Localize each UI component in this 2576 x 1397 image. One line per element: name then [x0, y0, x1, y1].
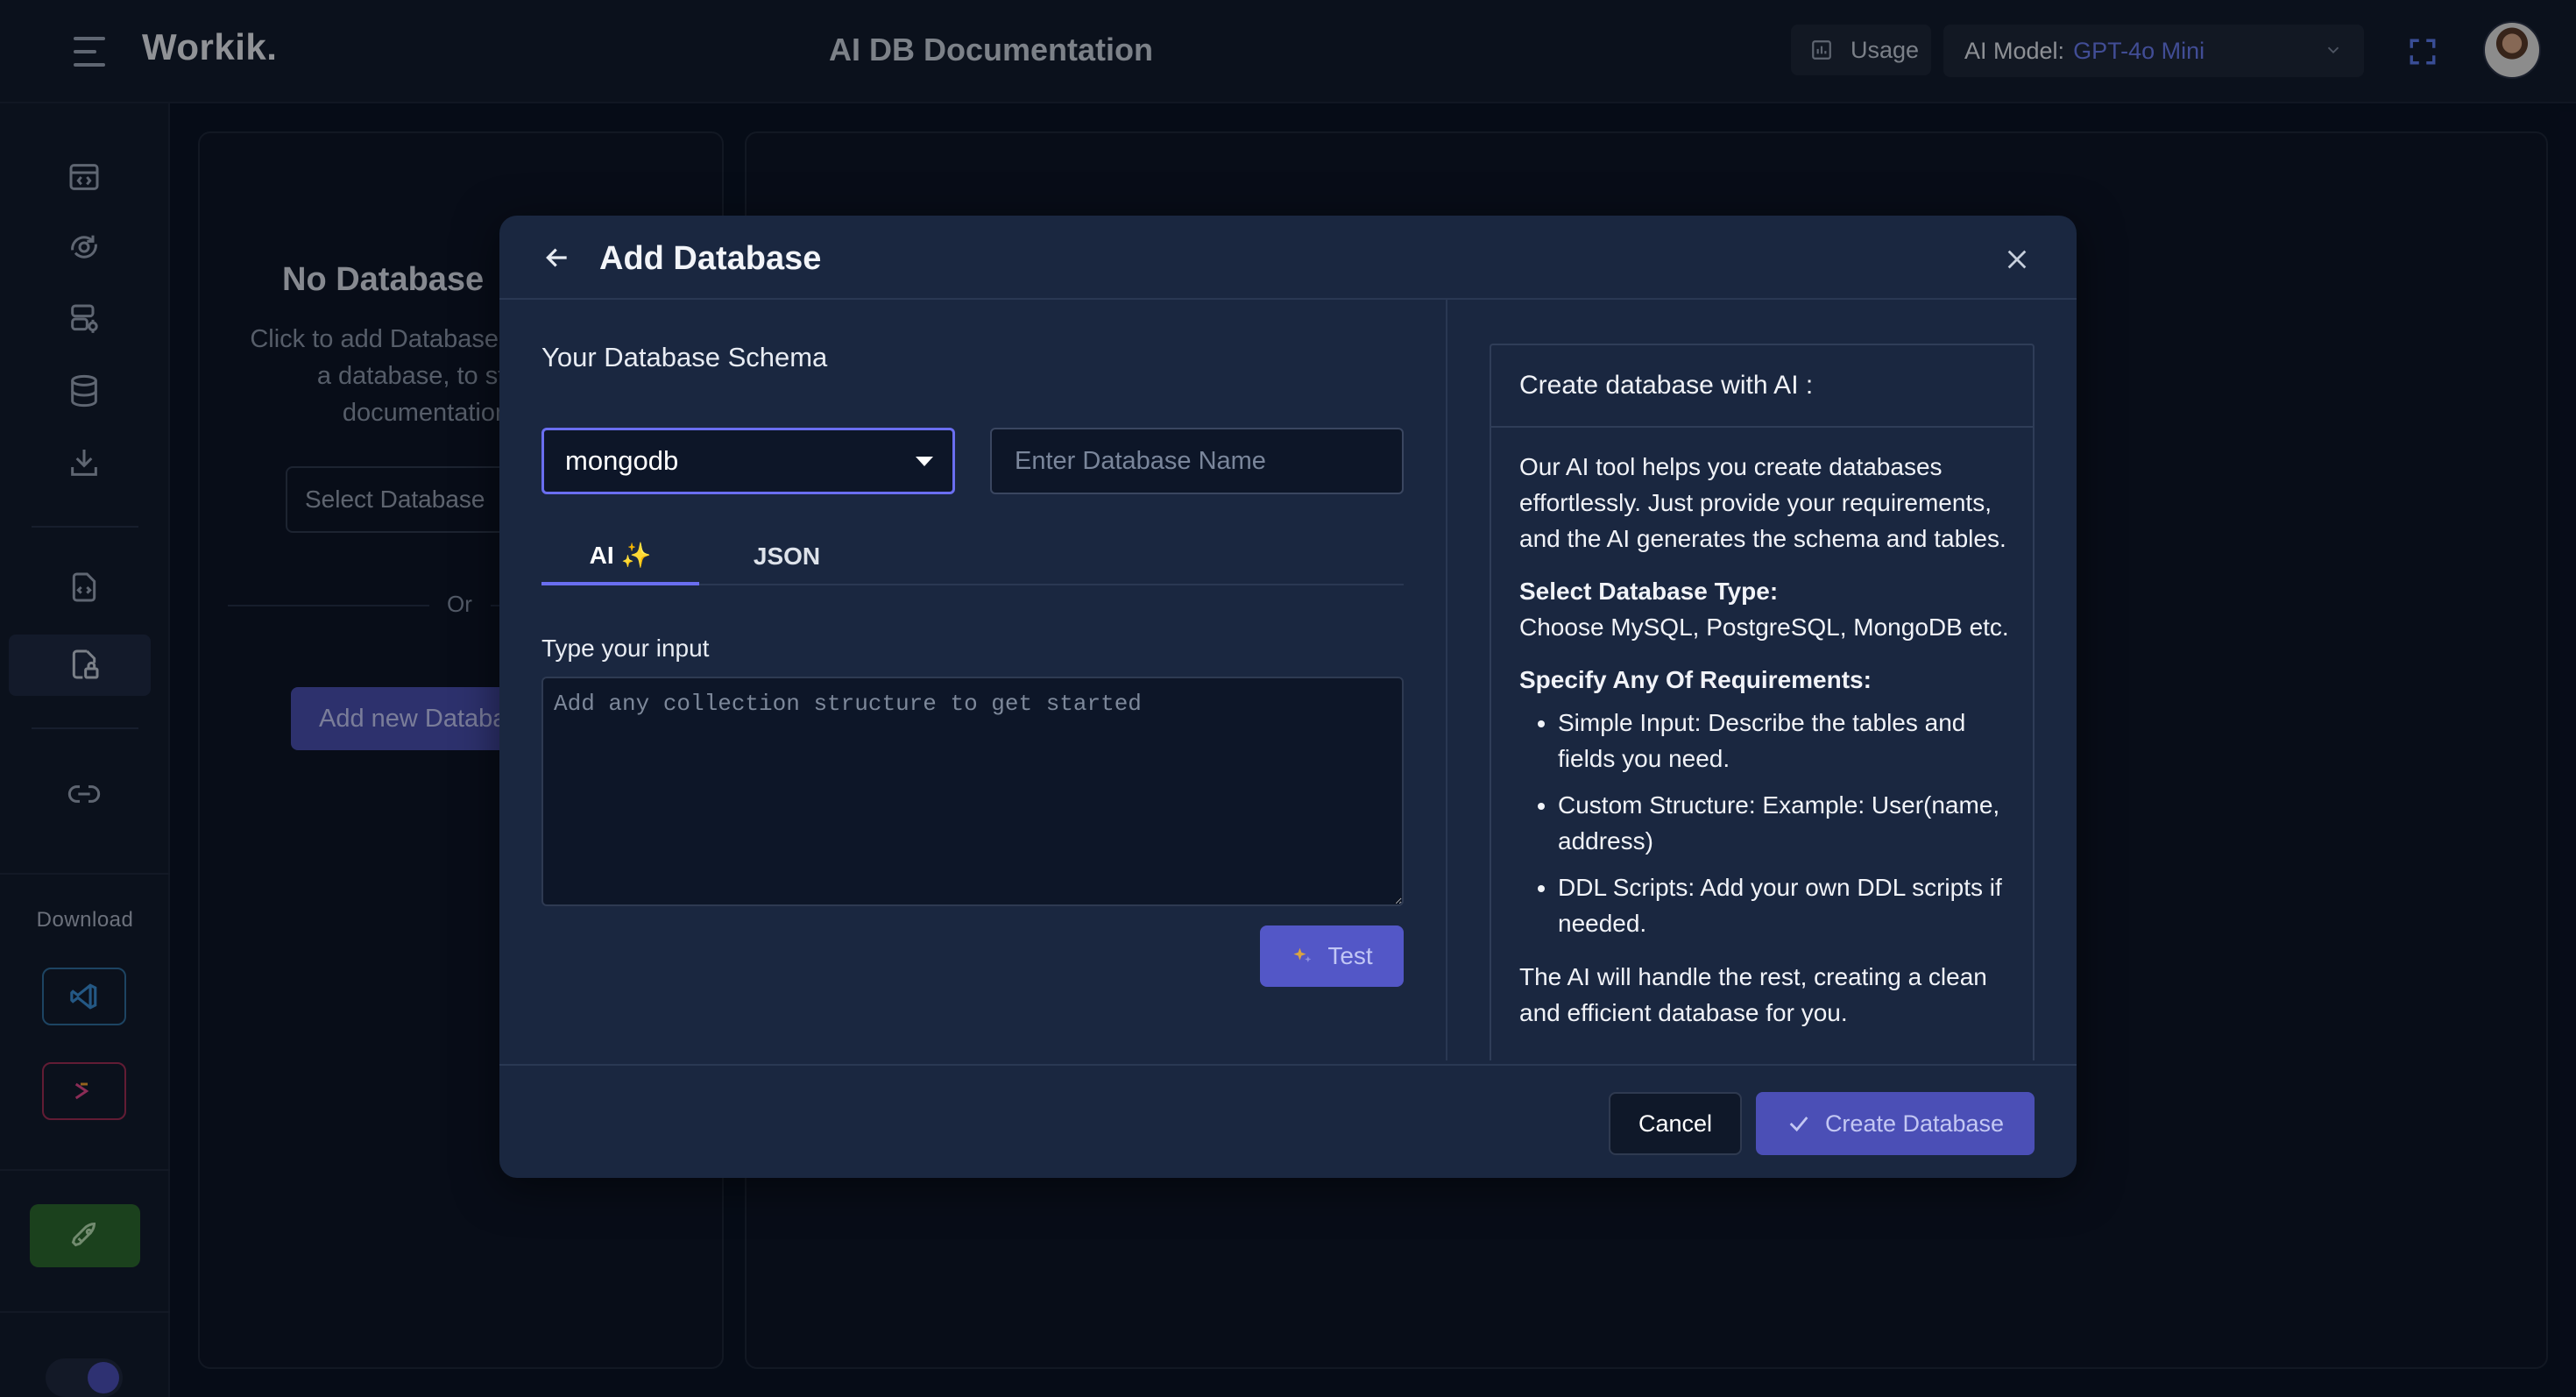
info-bullet: DDL Scripts: Add your own DDL scripts if… [1558, 869, 2010, 941]
caret-down-icon [916, 457, 933, 466]
input-label: Type your input [541, 635, 710, 662]
cancel-button[interactable]: Cancel [1609, 1092, 1742, 1155]
modal-header: Add Database [499, 216, 2077, 300]
info-intro: Our AI tool helps you create databases e… [1519, 453, 2006, 552]
check-icon [1789, 1117, 1808, 1132]
info-type-section: Select Database Type: Choose MySQL, Post… [1519, 573, 2010, 645]
sparkle-icon [1293, 947, 1312, 962]
schema-input-textarea[interactable] [541, 677, 1404, 906]
add-database-modal: Add Database Your Database Schema mongod… [499, 216, 2077, 1178]
tab-json[interactable]: JSON [699, 528, 874, 585]
test-label: Test [1327, 942, 1373, 969]
info-bullet: Simple Input: Describe the tables and fi… [1558, 705, 2010, 777]
back-arrow-icon[interactable] [541, 244, 573, 272]
close-icon[interactable] [2005, 247, 2029, 272]
schema-label: Your Database Schema [541, 342, 828, 372]
database-type-select[interactable]: mongodb [541, 428, 955, 494]
modal-footer: Cancel Create Database [499, 1064, 2077, 1178]
info-outro: The AI will handle the rest, creating a … [1519, 963, 1987, 1026]
info-bullets: Simple Input: Describe the tables and fi… [1558, 705, 2010, 941]
database-name-input[interactable] [990, 428, 1404, 494]
info-type-heading: Select Database Type: [1519, 578, 1779, 605]
database-type-value: mongodb [565, 445, 679, 476]
ai-info-box: Create database with AI : Our AI tool he… [1490, 344, 2035, 1060]
modal-title: Add Database [599, 240, 822, 277]
info-req-heading: Specify Any Of Requirements: [1519, 666, 1872, 693]
create-database-label: Create Database [1824, 1110, 2005, 1137]
column-divider [1446, 300, 1447, 1060]
input-mode-tabs: AI ✨ JSON [541, 528, 1404, 585]
info-req-heading-wrap: Specify Any Of Requirements: [1519, 662, 2010, 698]
create-database-button[interactable]: Create Database [1756, 1092, 2035, 1155]
info-title: Create database with AI : [1491, 345, 2033, 428]
test-button[interactable]: Test [1260, 925, 1404, 987]
info-type-text: Choose MySQL, PostgreSQL, MongoDB etc. [1519, 613, 2009, 641]
info-bullet: Custom Structure: Example: User(name, ad… [1558, 787, 2010, 859]
tab-ai[interactable]: AI ✨ [541, 528, 699, 585]
info-body: Our AI tool helps you create databases e… [1519, 449, 2010, 1047]
